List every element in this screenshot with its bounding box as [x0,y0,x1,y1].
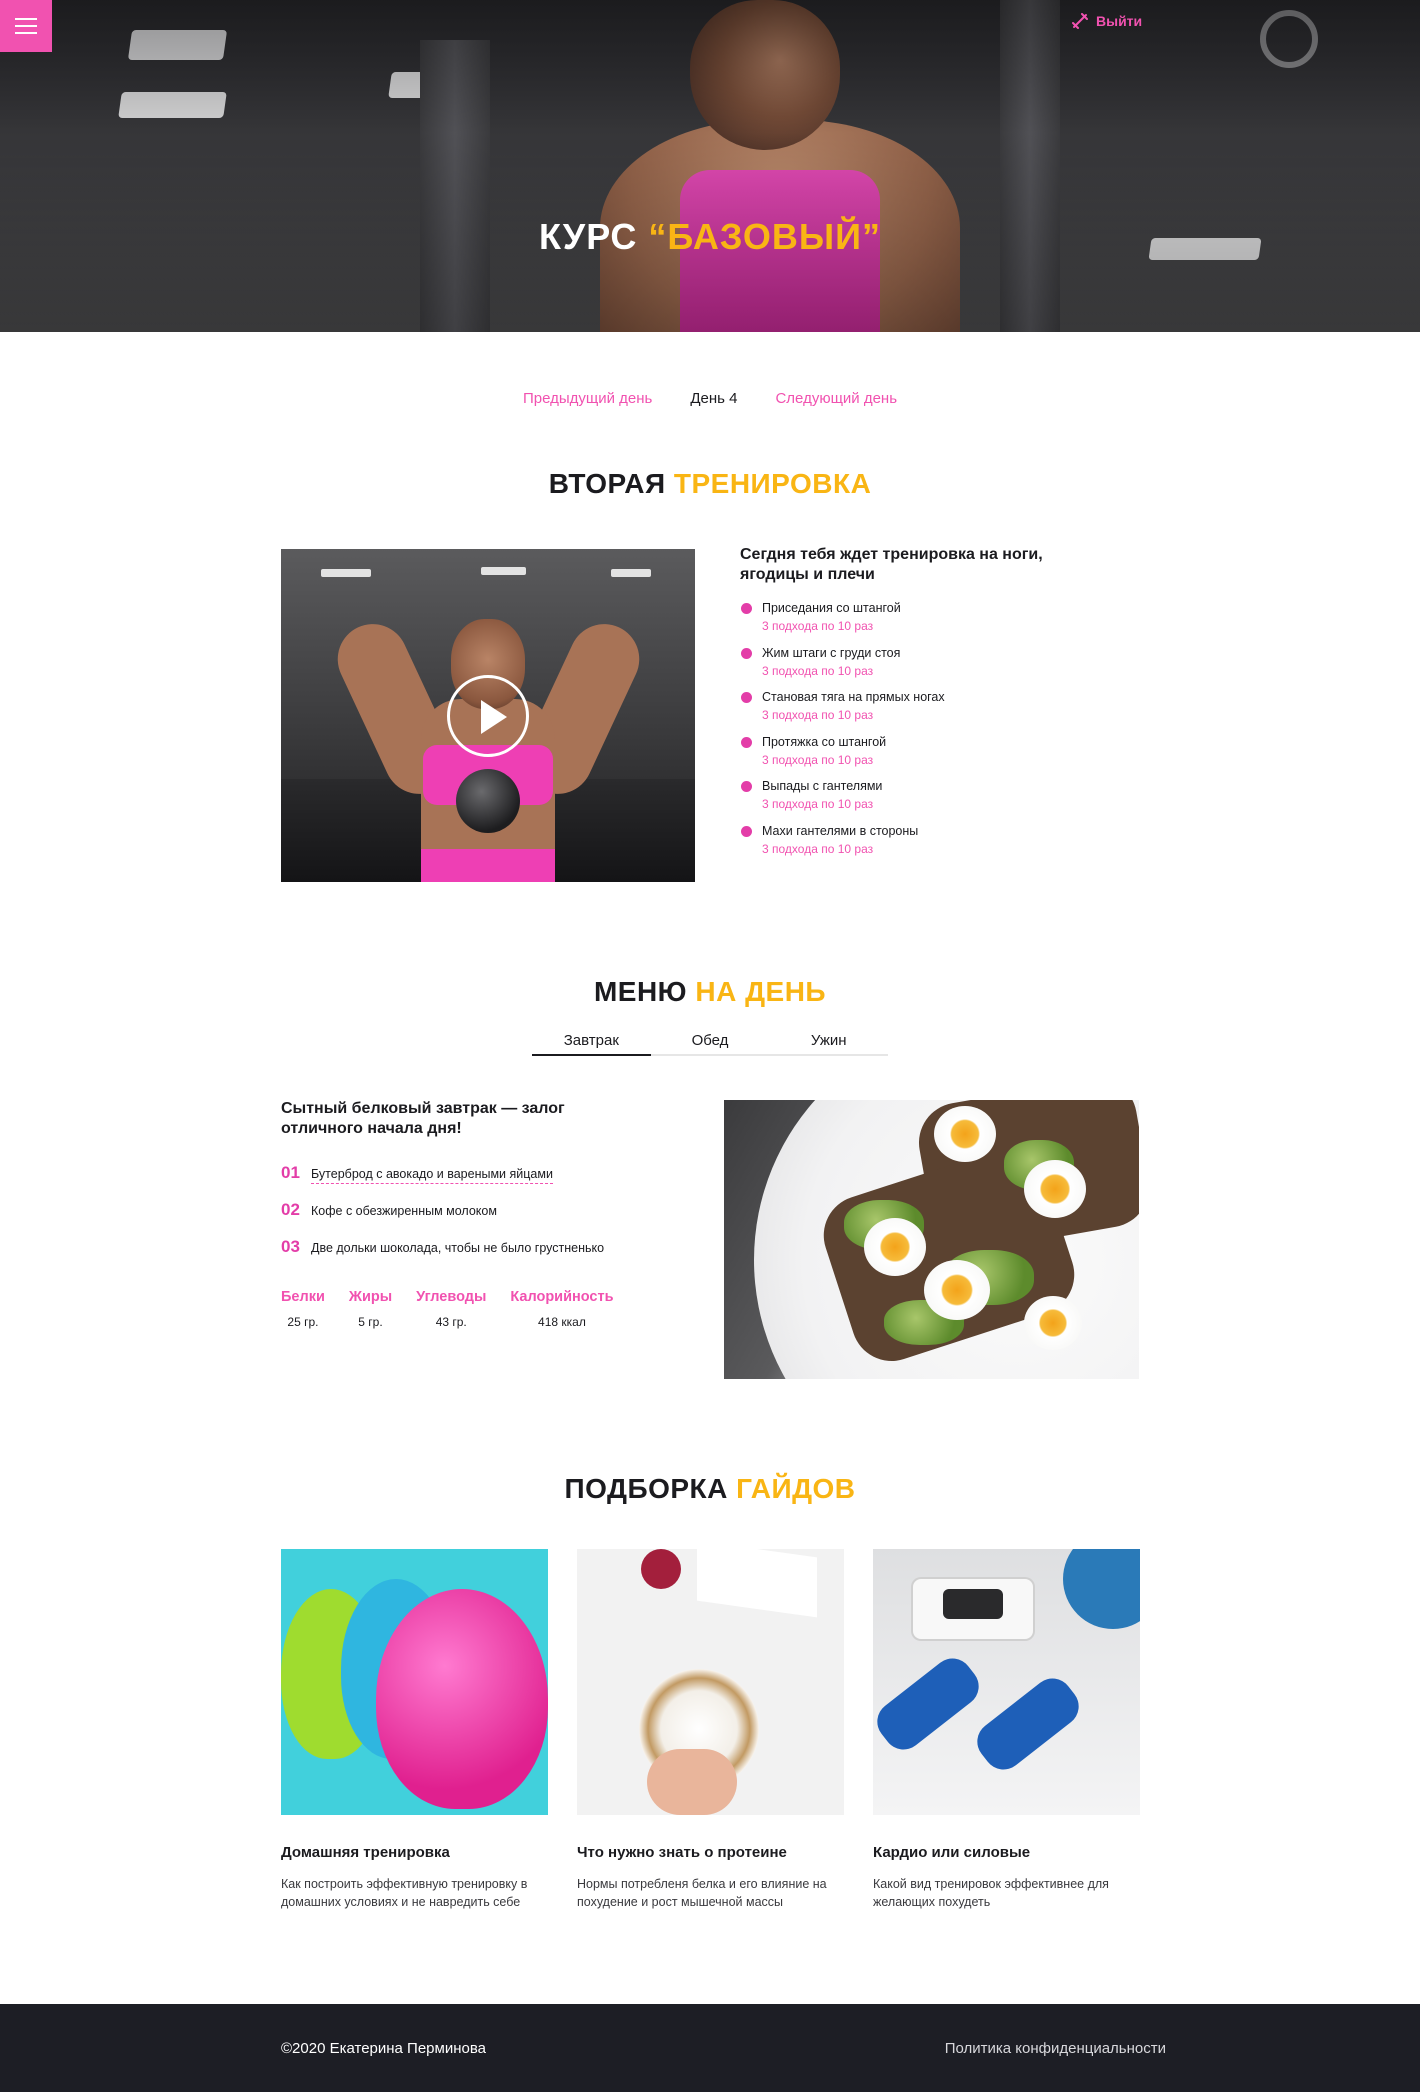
current-day: День 4 [690,390,738,407]
meal-list: 01 Бутерброд с авокадо и вареными яйцами … [281,1163,604,1274]
exercise-list: Приседания со штангой 3 подхода по 10 раз… [740,600,945,868]
page-title: КУРС “БАЗОВЫЙ” [538,216,882,257]
day-navigation: Предыдущий день День 4 Следующий день [0,390,1420,407]
meal-intro: Сытный белковый завтрак — залог отличног… [281,1100,565,1137]
menu-button[interactable] [0,0,52,52]
nutrition-macros: Белки 25 гр. Жиры 5 гр. Углеводы 43 гр. Кал… [281,1289,614,1329]
logout-label: Выйти [1096,13,1143,29]
guide-description: Нормы потребленя белка и его влияние на … [577,1877,827,1909]
guide-description: Какой вид тренировок эффективнее для жел… [873,1877,1109,1909]
guides-title: ПОДБОРКА ГАЙДОВ [564,1473,856,1504]
guide-card: Домашняя тренировка Как построить эффект… [281,1549,548,1911]
logout-button[interactable]: Выйти [1072,13,1142,29]
guide-title[interactable]: Кардио или силовые [873,1844,1140,1861]
breakfast-photo [724,1100,1139,1379]
macro-fat: Жиры 5 гр. [348,1289,393,1329]
tab-lunch[interactable]: Обед [651,1030,770,1054]
exercise-item: Протяжка со штангой 3 подхода по 10 раз [740,734,945,779]
exercise-item: Жим штаги с груди стоя 3 подхода по 10 ра… [740,645,945,690]
macro-carbs: Углеводы 43 гр. [416,1289,487,1329]
tab-dinner[interactable]: Ужин [769,1030,888,1054]
hero-banner: Выйти КУРС “БАЗОВЫЙ” [0,0,1420,332]
guide-title[interactable]: Домашняя тренировка [281,1844,548,1861]
guide-image-protein[interactable] [577,1549,844,1815]
menu-title: МЕНЮ НА ДЕНЬ [593,976,827,1007]
next-day-link[interactable]: Следующий день [775,390,897,407]
guide-card: Кардио или силовые Какой вид тренировок … [873,1549,1140,1911]
guide-image-kettlebells[interactable] [281,1549,548,1815]
guide-title[interactable]: Что нужно знать о протеине [577,1844,844,1861]
meal-tabs: Завтрак Обед Ужин [532,1030,888,1056]
exercise-item: Приседания со штангой 3 подхода по 10 раз [740,600,945,645]
tab-breakfast[interactable]: Завтрак [532,1030,651,1056]
privacy-policy-link[interactable]: Политика конфиденциальности [945,2040,1166,2057]
hamburger-icon [15,18,37,20]
footer: ©2020 Екатерина Перминова Политика конфи… [0,2004,1420,2092]
macro-protein: Белки 25 гр. [281,1289,325,1329]
guide-description: Как построить эффективную тренировку в д… [281,1877,528,1909]
exercise-item: Выпады с гантелями 3 подхода по 10 раз [740,778,945,823]
meal-item-link[interactable]: Бутерброд с авокадо и вареными яйцами [311,1167,553,1184]
guide-card: Что нужно знать о протеине Нормы потребл… [577,1549,844,1911]
workout-video[interactable] [281,549,695,882]
meal-item: 02 Кофе с обезжиренным молоком [281,1200,497,1219]
guide-image-dumbbells[interactable] [873,1549,1140,1815]
workout-intro: Сегдня тебя ждет тренировка на ноги, яго… [740,546,1043,583]
workout-title: ВТОРАЯ ТРЕНИРОВКА [548,468,872,499]
dumbbell-icon [1072,13,1088,29]
exercise-item: Махи гантелями в стороны 3 подхода по 10 … [740,823,945,868]
copyright: ©2020 Екатерина Перминова [281,2040,486,2057]
meal-item: 03 Две дольки шоколада, чтобы не было гру… [281,1237,605,1256]
play-icon[interactable] [447,675,529,757]
macro-calories: Калорийность 418 ккал [510,1289,614,1329]
prev-day-link[interactable]: Предыдущий день [523,390,652,407]
meal-item: 01 Бутерброд с авокадо и вареными яйцами [281,1163,553,1184]
exercise-item: Становая тяга на прямых ногах 3 подхода п… [740,689,945,734]
kettlebell [456,769,520,833]
